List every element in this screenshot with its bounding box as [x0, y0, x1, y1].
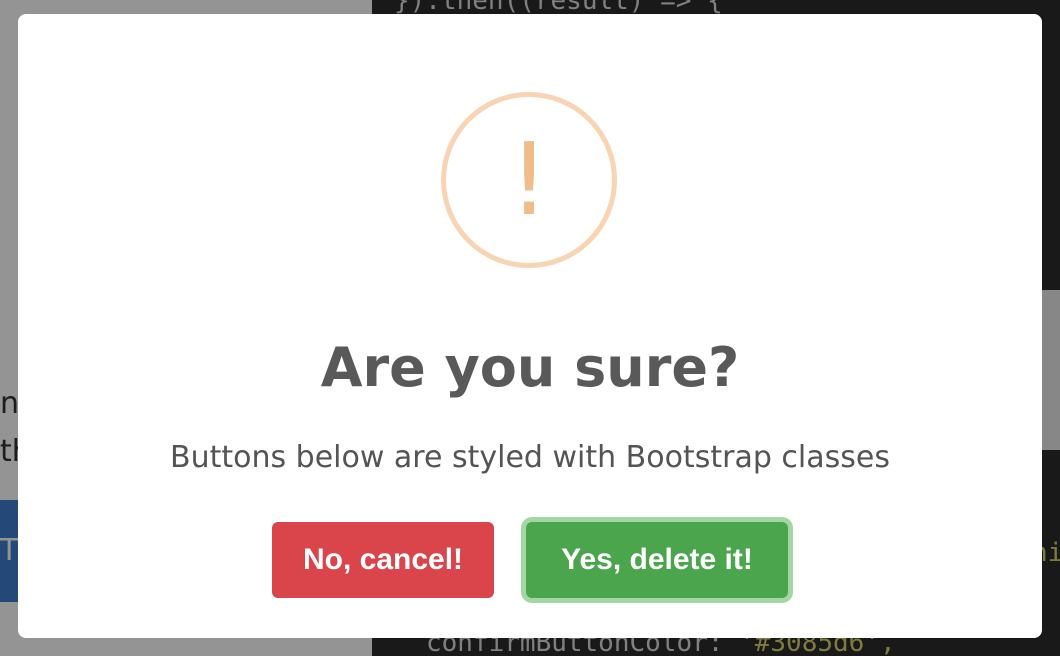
warning-icon: !: [441, 92, 617, 268]
cancel-button[interactable]: No, cancel!: [272, 522, 494, 598]
exclamation-mark: !: [508, 121, 550, 238]
confirm-delete-button[interactable]: Yes, delete it!: [526, 522, 788, 598]
dialog-text: Buttons below are styled with Bootstrap …: [170, 440, 890, 475]
alert-dialog: ! Are you sure? Buttons below are styled…: [18, 14, 1042, 638]
dialog-title: Are you sure?: [320, 336, 740, 399]
screen: ng th T }).then((result) => { ni confirm…: [0, 0, 1060, 656]
